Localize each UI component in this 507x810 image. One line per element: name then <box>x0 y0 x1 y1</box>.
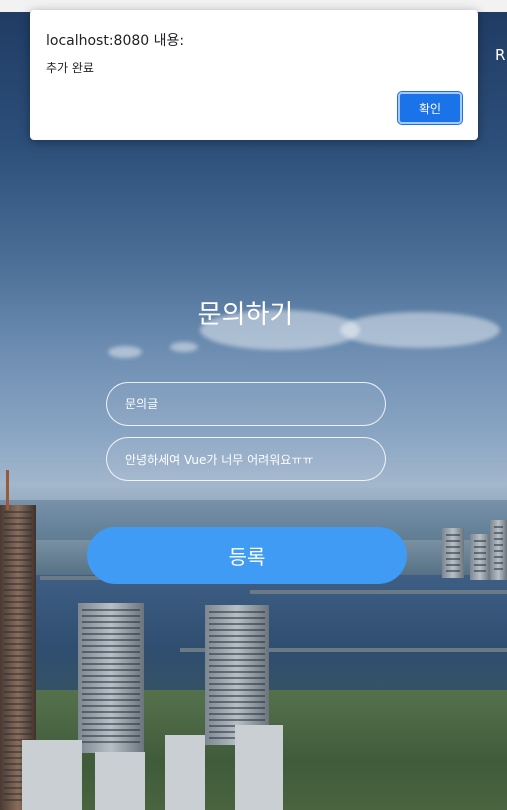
cloud <box>108 346 142 358</box>
low-building <box>95 752 145 810</box>
apartment-tower <box>78 603 144 753</box>
distant-building <box>490 520 507 580</box>
distant-building <box>442 528 464 578</box>
header-nav-text[interactable]: R <box>495 46 507 64</box>
bridge <box>250 590 507 594</box>
low-building <box>165 735 205 810</box>
low-building <box>235 725 283 810</box>
apartment-tower <box>205 605 269 745</box>
page-title: 문의하기 <box>197 300 294 330</box>
distant-building <box>470 534 490 580</box>
submit-button[interactable]: 등록 <box>87 527 407 584</box>
ok-button[interactable]: 확인 <box>397 91 463 125</box>
page: R 문의하기 등록 localhost:8080 내용: 추가 완료 확인 <box>0 0 507 810</box>
crane <box>6 470 9 510</box>
dialog-message: 추가 완료 <box>46 61 94 75</box>
low-building <box>22 740 82 810</box>
cloud <box>170 342 198 352</box>
content-input[interactable] <box>106 437 386 481</box>
dialog-title: localhost:8080 내용: <box>46 33 185 49</box>
alert-dialog: localhost:8080 내용: 추가 완료 확인 <box>30 10 478 140</box>
subject-input[interactable] <box>106 382 386 426</box>
